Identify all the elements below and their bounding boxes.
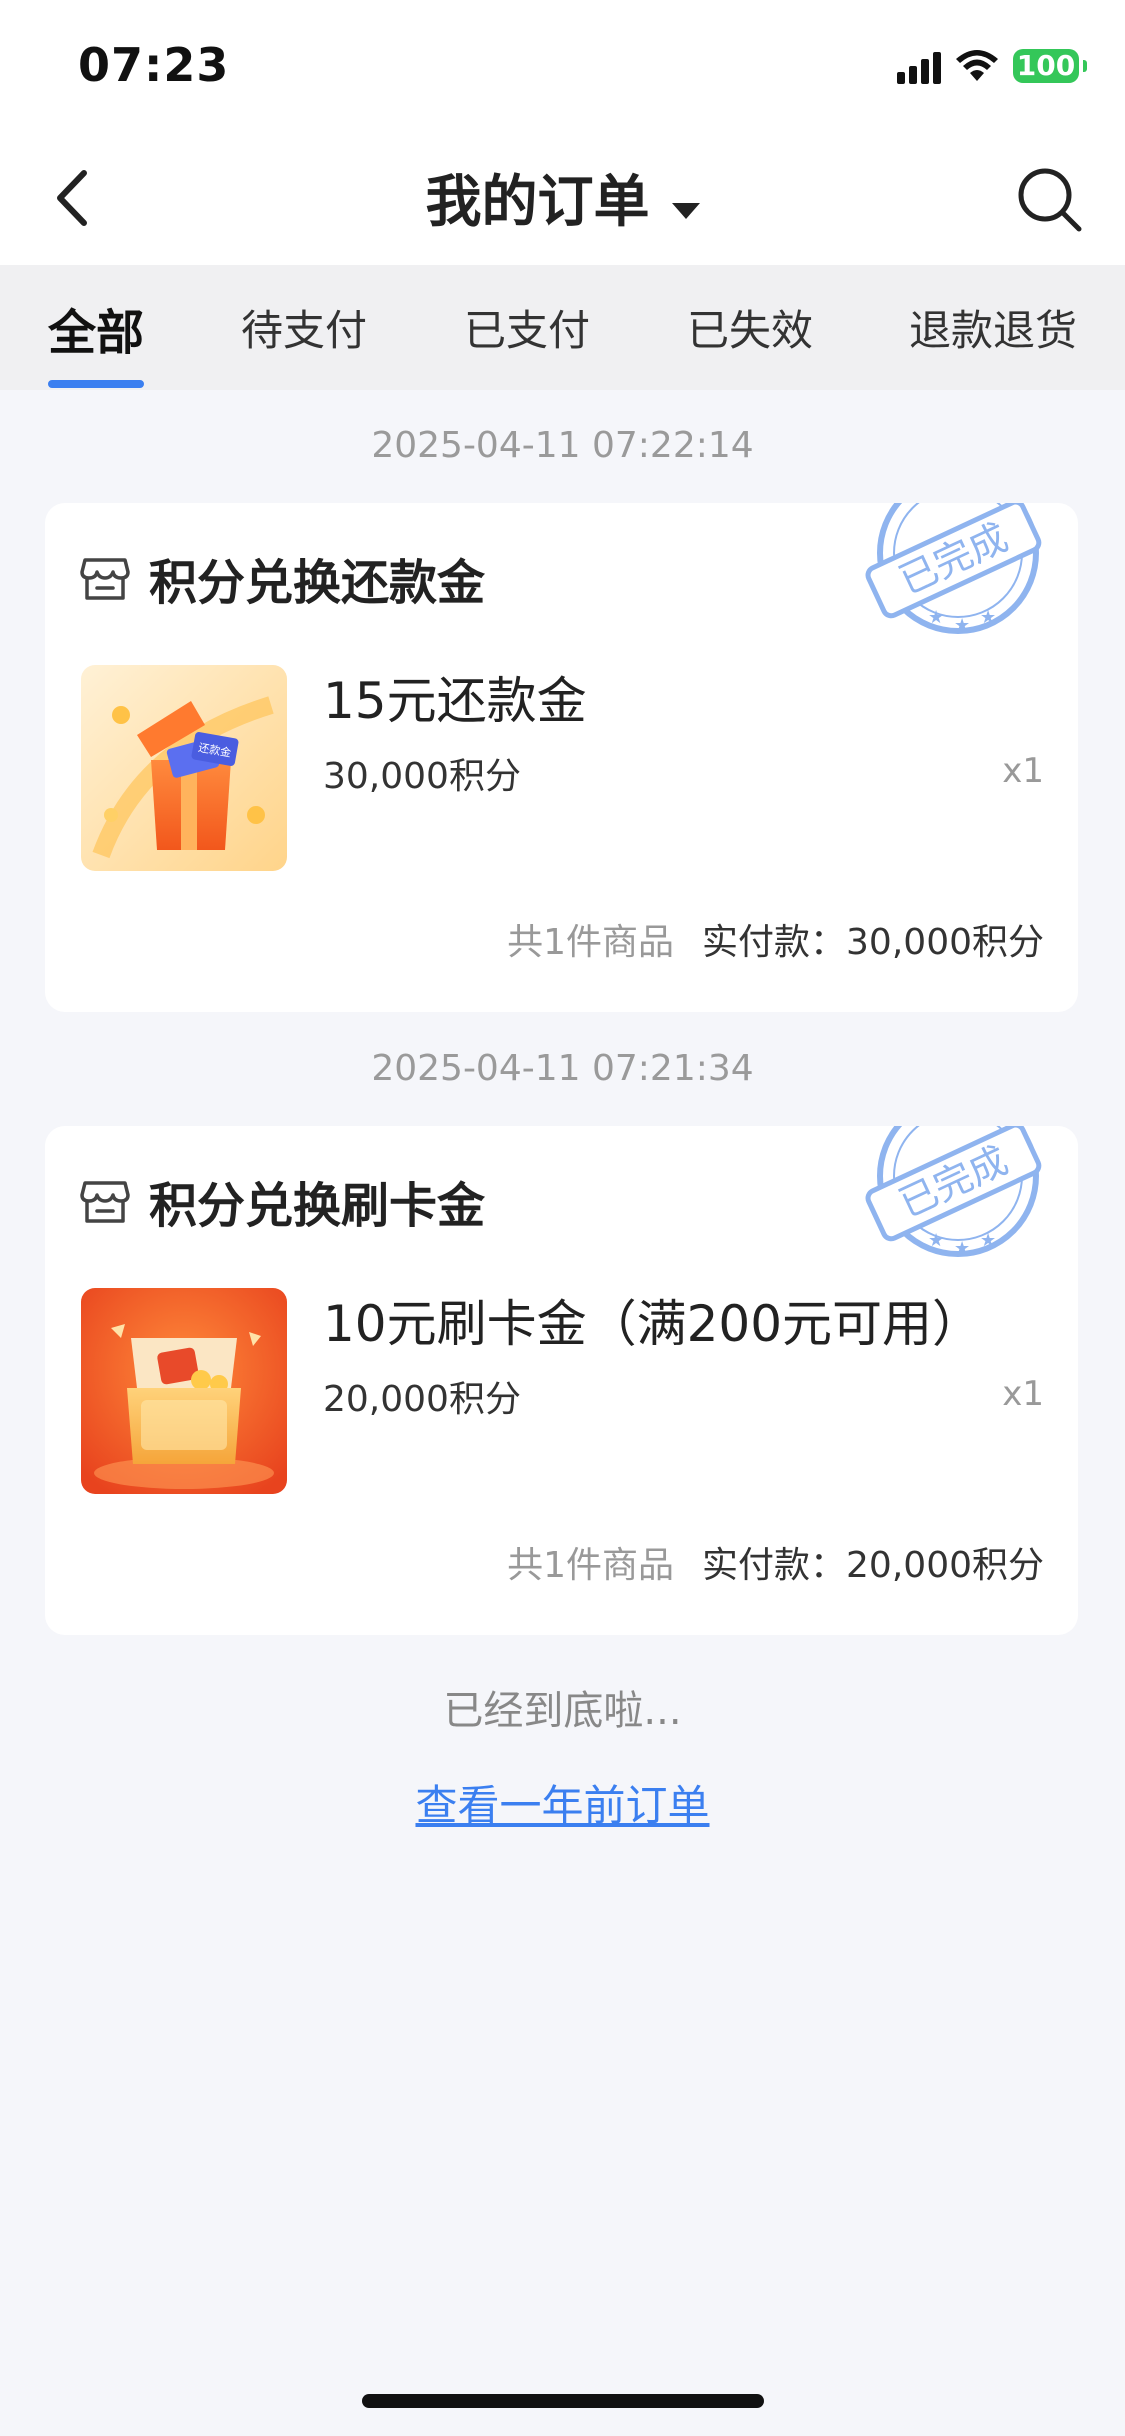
order-card-header: 积分兑换还款金 <box>79 543 485 613</box>
nav-title-dropdown[interactable]: 我的订单 <box>0 157 1125 238</box>
tab-all[interactable]: 全部 <box>48 293 144 363</box>
order-timestamp: 2025-04-11 07:22:14 <box>371 425 754 466</box>
svg-text:★: ★ <box>980 607 996 628</box>
order-title: 积分兑换刷卡金 <box>149 1178 486 1234</box>
order-card[interactable]: 积分兑换刷卡金 已完成 ★ ★ ★ 10元刷卡金（满200元可用） 20,000… <box>45 1126 1078 1635</box>
nav-bar: 我的订单 <box>0 135 1125 265</box>
order-tabs: 全部 待支付 已支付 已失效 退款退货 <box>0 265 1125 390</box>
product-quantity: x1 <box>1002 1374 1044 1414</box>
svg-text:★: ★ <box>928 1230 944 1251</box>
item-count: 共1件商品 <box>507 922 675 963</box>
svg-text:★: ★ <box>954 1238 970 1259</box>
view-older-orders-link[interactable]: 查看一年前订单 <box>415 1781 709 1830</box>
order-summary: 共1件商品 实付款：30,000积分 <box>507 913 1044 965</box>
completed-stamp: 已完成 ★ ★ ★ <box>865 1126 1042 1259</box>
page-title: 我的订单 <box>425 170 650 235</box>
order-title: 积分兑换还款金 <box>149 555 486 611</box>
svg-text:★: ★ <box>928 607 944 628</box>
wifi-icon <box>956 50 998 81</box>
paid-amount: 实付款：20,000积分 <box>702 1545 1044 1586</box>
tab-expired[interactable]: 已失效 <box>687 297 813 358</box>
active-tab-indicator <box>48 380 144 388</box>
product-name: 10元刷卡金（满200元可用） <box>323 1295 983 1353</box>
end-of-list-text: 已经到底啦... <box>443 1688 682 1734</box>
caret-down-icon <box>671 202 700 219</box>
battery-icon: 100 <box>1013 49 1087 83</box>
treasure-chest-image <box>81 1288 287 1494</box>
status-icons: 100 <box>897 48 1087 84</box>
item-count: 共1件商品 <box>507 1545 675 1586</box>
cellular-signal-icon <box>897 48 941 84</box>
tab-paid[interactable]: 已支付 <box>464 297 590 358</box>
store-icon <box>80 558 130 600</box>
svg-text:★: ★ <box>980 1230 996 1251</box>
view-older-orders-link-wrap: 查看一年前订单 <box>0 1772 1125 1833</box>
product-points: 20,000积分 <box>323 1379 521 1420</box>
product-thumbnail[interactable]: 还款金 <box>81 665 287 871</box>
tab-pending-payment[interactable]: 待支付 <box>241 297 367 358</box>
status-time: 07:23 <box>78 38 230 92</box>
order-timestamp: 2025-04-11 07:21:34 <box>371 1048 754 1089</box>
order-card[interactable]: 积分兑换还款金 已完成 ★ ★ ★ 还款金 15元还款金 30,000积分 x1… <box>45 503 1078 1012</box>
gift-box-image: 还款金 <box>81 665 287 871</box>
tab-refund-return[interactable]: 退款退货 <box>909 297 1077 358</box>
search-icon[interactable] <box>1013 163 1085 235</box>
product-name: 15元还款金 <box>323 672 587 730</box>
product-thumbnail[interactable] <box>81 1288 287 1494</box>
completed-stamp: 已完成 ★ ★ ★ <box>865 503 1042 636</box>
status-bar: 07:23 100 <box>0 0 1125 135</box>
order-card-header: 积分兑换刷卡金 <box>79 1166 485 1236</box>
store-icon <box>80 1181 130 1223</box>
paid-amount: 实付款：30,000积分 <box>702 922 1044 963</box>
home-indicator[interactable] <box>362 2394 764 2408</box>
order-summary: 共1件商品 实付款：20,000积分 <box>507 1536 1044 1588</box>
svg-text:★: ★ <box>954 615 970 636</box>
product-quantity: x1 <box>1002 751 1044 791</box>
product-points: 30,000积分 <box>323 756 521 797</box>
